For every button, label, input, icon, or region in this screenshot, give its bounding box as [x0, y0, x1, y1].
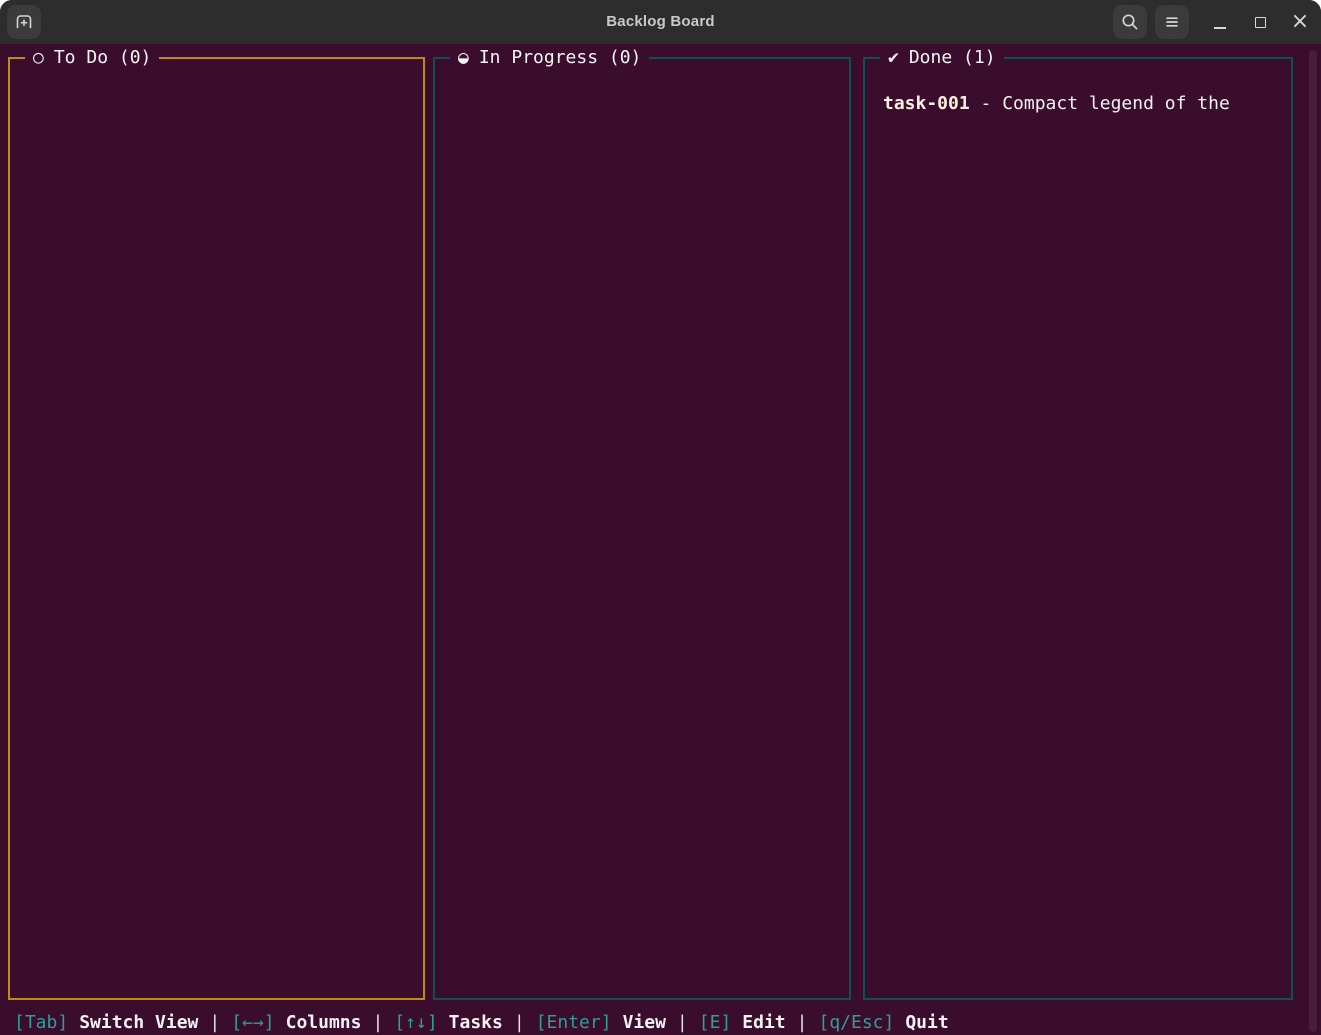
key-left-right: [←→] [231, 1011, 274, 1035]
task-id: task-001 [883, 93, 970, 114]
separator: | [677, 1011, 688, 1035]
in-progress-half-circle-icon: ◒ [458, 47, 469, 68]
column-in-progress[interactable]: ◒In Progress (0) [433, 57, 851, 1000]
hamburger-menu-icon [1161, 11, 1183, 33]
search-icon [1119, 11, 1141, 33]
column-in-progress-label: In Progress (0) [479, 47, 642, 68]
column-done-label: Done (1) [909, 47, 996, 68]
shortcut-columns: [←→] Columns [231, 1011, 361, 1035]
key-up-down: [↑↓] [394, 1011, 437, 1035]
maximize-icon [1255, 17, 1266, 28]
shortcut-switch-view: [Tab] Switch View [14, 1011, 198, 1035]
key-enter: [Enter] [536, 1011, 612, 1035]
shortcut-edit: [E] Edit [699, 1011, 786, 1035]
column-done[interactable]: ✔Done (1) task-001- Compact legend of th… [863, 57, 1293, 1000]
separator: | [514, 1011, 525, 1035]
key-q-esc: [q/Esc] [818, 1011, 894, 1035]
new-tab-icon [13, 11, 35, 33]
shortcut-view: [Enter] View [536, 1011, 666, 1035]
separator: | [372, 1011, 383, 1035]
shortcut-bar: [Tab] Switch View | [←→] Columns | [↑↓] … [14, 1011, 949, 1035]
separator: | [209, 1011, 220, 1035]
column-done-title: ✔ Done (1) [880, 46, 1004, 70]
column-todo-label: To Do (0) [54, 47, 152, 68]
shortcut-tasks: [↑↓] Tasks [394, 1011, 503, 1035]
new-tab-button[interactable] [7, 5, 41, 39]
task-title: - Compact legend of the [981, 93, 1230, 114]
separator: | [797, 1011, 808, 1035]
key-e: [E] [699, 1011, 732, 1035]
task-row[interactable]: task-001 - Compact legend of the [883, 93, 1291, 114]
done-check-icon: ✔ [888, 47, 899, 68]
menu-button[interactable] [1155, 5, 1189, 39]
scrollbar[interactable] [1309, 50, 1317, 1032]
column-in-progress-title: ◒ In Progress (0) [450, 46, 649, 70]
column-todo[interactable]: ○To Do (0) [8, 57, 425, 1000]
minimize-icon [1214, 27, 1226, 29]
shortcut-quit: [q/Esc] Quit [818, 1011, 948, 1035]
close-icon: × [1291, 11, 1309, 33]
terminal-content: ○To Do (0) ◒In Progress (0) ✔Done (1) ta… [0, 44, 1321, 1035]
todo-circle-icon: ○ [33, 47, 44, 68]
titlebar: Backlog Board × [0, 0, 1321, 44]
search-button[interactable] [1113, 5, 1147, 39]
terminal-window: Backlog Board × [0, 0, 1321, 1035]
column-todo-title: ○ To Do (0) [25, 46, 159, 70]
close-button[interactable]: × [1283, 5, 1317, 39]
minimize-button[interactable] [1203, 5, 1237, 39]
maximize-button[interactable] [1243, 5, 1277, 39]
key-tab: [Tab] [14, 1011, 68, 1035]
